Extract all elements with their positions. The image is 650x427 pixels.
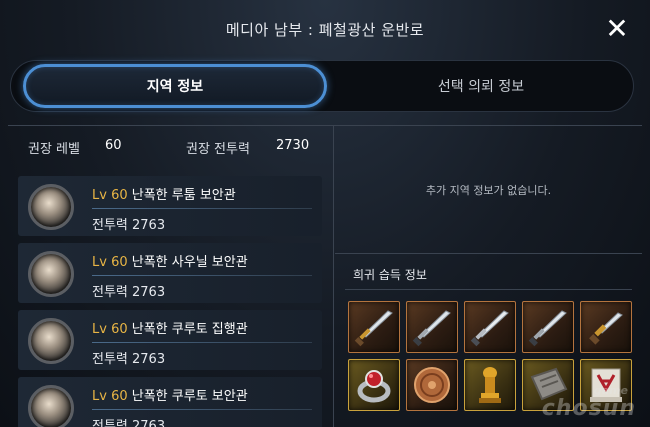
trophy-icon [479, 367, 501, 403]
enemy-power: 전투력 2763 [92, 419, 166, 427]
loot-slot-ring[interactable] [348, 359, 400, 411]
enemy-divider [92, 275, 312, 276]
rare-loot-title: 희귀 습득 정보 [353, 268, 427, 282]
enemy-name: Lv 60 난폭한 루툼 보안관 [92, 184, 236, 203]
region-info-panel: 메디아 남부 : 폐철광산 운반로 ✕ 지역 정보 선택 의뢰 정보 권장 레벨… [0, 0, 650, 427]
watermark: chosun [541, 396, 636, 421]
enemy-power: 전투력 2763 [92, 218, 166, 233]
content-area: 권장 레벨 60 권장 전투력 2730 Lv 60 난폭한 루툼 보안관 전투… [8, 125, 642, 427]
enemy-item[interactable]: Lv 60 난폭한 사우닐 보안관 전투력 2763 [18, 243, 322, 303]
recommended-level-value: 60 [105, 138, 122, 153]
ring-icon [357, 370, 391, 403]
sword-icon [354, 310, 393, 347]
loot-slot-sword[interactable] [522, 301, 574, 353]
close-icon[interactable]: ✕ [604, 15, 630, 43]
enemy-name: Lv 60 난폭한 쿠루토 집행관 [92, 318, 248, 337]
enemy-divider [92, 342, 312, 343]
rare-loot-divider [345, 289, 632, 290]
coin-icon [414, 367, 450, 403]
tab-quest-info[interactable]: 선택 의뢰 정보 [329, 64, 633, 108]
enemy-portrait [28, 251, 74, 297]
enemy-power: 전투력 2763 [92, 285, 166, 300]
sword-icon [470, 310, 509, 347]
sword-icon [528, 310, 567, 347]
enemy-portrait [28, 184, 74, 230]
dagger-icon [589, 312, 623, 345]
enemy-item[interactable]: Lv 60 난폭한 쿠루토 집행관 전투력 2763 [18, 310, 322, 370]
enemy-name-text: 난폭한 루툼 보안관 [131, 188, 236, 203]
loot-slot-sword[interactable] [406, 301, 458, 353]
enemy-portrait [28, 385, 74, 427]
info-column: 추가 지역 정보가 없습니다. 희귀 습득 정보 [335, 126, 642, 427]
enemy-power: 전투력 2763 [92, 352, 166, 367]
enemy-level: Lv 60 [92, 389, 128, 404]
enemy-divider [92, 409, 312, 410]
enemy-list: Lv 60 난폭한 루툼 보안관 전투력 2763 Lv 60 난폭한 사우닐 … [18, 176, 322, 427]
enemy-column: 권장 레벨 60 권장 전투력 2730 Lv 60 난폭한 루툼 보안관 전투… [8, 126, 334, 427]
no-region-info-text: 추가 지역 정보가 없습니다. [335, 126, 642, 254]
tab-bar: 지역 정보 선택 의뢰 정보 [10, 60, 634, 112]
enemy-divider [92, 208, 312, 209]
recommended-power-label: 권장 전투력 [186, 142, 250, 157]
loot-slot-sword[interactable] [464, 301, 516, 353]
enemy-name: Lv 60 난폭한 사우닐 보안관 [92, 251, 248, 270]
loot-slot-sword[interactable] [348, 301, 400, 353]
enemy-level: Lv 60 [92, 322, 128, 337]
enemy-name-text: 난폭한 쿠루토 집행관 [131, 322, 248, 337]
panel-header: 메디아 남부 : 폐철광산 운반로 ✕ [0, 0, 650, 58]
enemy-portrait [28, 318, 74, 364]
tab-region-info[interactable]: 지역 정보 [23, 64, 327, 108]
loot-slot-trophy[interactable] [464, 359, 516, 411]
sword-icon [412, 310, 451, 347]
enemy-name: Lv 60 난폭한 쿠루토 보안관 [92, 385, 248, 404]
loot-slot-dagger[interactable] [580, 301, 632, 353]
loot-slot-coin[interactable] [406, 359, 458, 411]
recommended-level-label: 권장 레벨 [28, 142, 80, 157]
enemy-name-text: 난폭한 사우닐 보안관 [131, 255, 248, 270]
recommended-power-value: 2730 [276, 138, 310, 153]
enemy-level: Lv 60 [92, 188, 128, 203]
panel-title: 메디아 남부 : 폐철광산 운반로 [225, 20, 425, 39]
enemy-item[interactable]: Lv 60 난폭한 루툼 보안관 전투력 2763 [18, 176, 322, 236]
enemy-name-text: 난폭한 쿠루토 보안관 [131, 389, 248, 404]
recommended-stats: 권장 레벨 60 권장 전투력 2730 [8, 126, 333, 166]
enemy-level: Lv 60 [92, 255, 128, 270]
enemy-item[interactable]: Lv 60 난폭한 쿠루토 보안관 전투력 2763 [18, 377, 322, 427]
